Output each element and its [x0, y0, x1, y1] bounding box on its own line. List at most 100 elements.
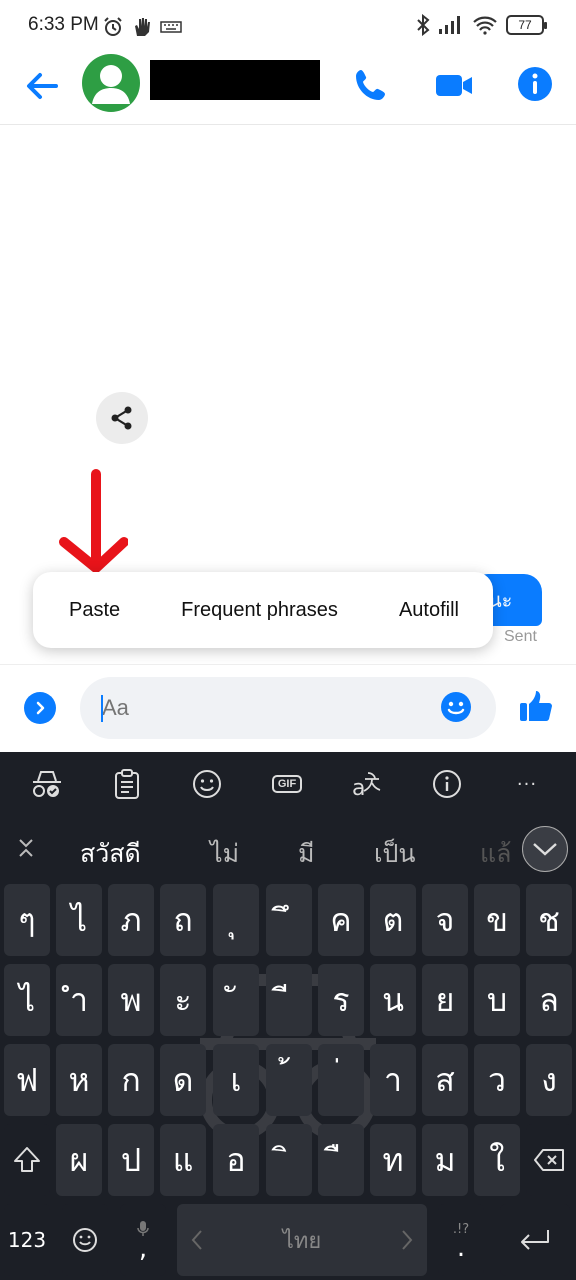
suggestion-5[interactable]: แล้ [480, 834, 511, 874]
phone-icon[interactable] [352, 66, 390, 104]
key[interactable]: เ [213, 1044, 259, 1116]
clipboard-tool-button[interactable] [87, 752, 167, 816]
autofill-menu-item[interactable]: Autofill [399, 599, 459, 622]
emoji-key[interactable] [62, 1204, 108, 1276]
key[interactable]: แ [160, 1124, 206, 1196]
back-arrow-icon[interactable] [22, 66, 62, 106]
thumbs-up-icon[interactable] [518, 688, 554, 724]
suggestion-1[interactable]: สวัสดี [80, 834, 141, 874]
key[interactable]: ไ [56, 884, 102, 956]
key[interactable]: ิ [266, 1124, 312, 1196]
context-menu: Paste Frequent phrases Autofill [33, 572, 493, 648]
key[interactable]: ก [108, 1044, 154, 1116]
incognito-tool-button[interactable] [7, 752, 87, 816]
spacebar[interactable]: ไทย [177, 1204, 427, 1276]
enter-icon [521, 1230, 549, 1250]
comma-key[interactable]: , [120, 1204, 166, 1276]
key[interactable]: ท [370, 1124, 416, 1196]
suggestion-2[interactable]: ไม่ [210, 834, 239, 874]
suggestion-4[interactable]: เป็น [374, 834, 416, 874]
alarm-icon [104, 17, 122, 36]
key[interactable]: ำ [56, 964, 102, 1036]
keyboard-icon [160, 21, 182, 33]
backspace-key[interactable] [526, 1124, 572, 1196]
key[interactable]: ุ [213, 884, 259, 956]
header-divider [0, 124, 576, 125]
key[interactable]: ม [422, 1124, 468, 1196]
svg-text:a: a [352, 776, 365, 799]
enter-key[interactable] [500, 1204, 570, 1276]
suggestion-strip: สวัสดี ไม่ มี เป็น แล้ [0, 816, 576, 882]
key[interactable]: ื [318, 1124, 364, 1196]
share-button[interactable] [96, 392, 148, 444]
gif-icon: GIF [271, 775, 303, 793]
key[interactable]: ใ [474, 1124, 520, 1196]
period-key[interactable]: .!? . [438, 1204, 484, 1276]
info-icon[interactable] [516, 65, 554, 103]
expand-actions-button[interactable] [24, 692, 56, 724]
key[interactable]: ภ [108, 884, 154, 956]
chevron-right-icon [402, 1230, 413, 1250]
contact-name[interactable] [150, 60, 320, 100]
key[interactable]: ผ [56, 1124, 102, 1196]
avatar[interactable] [82, 54, 140, 112]
message-input[interactable] [80, 677, 496, 739]
key[interactable]: ถ [160, 884, 206, 956]
key[interactable]: ่ [318, 1044, 364, 1116]
key[interactable]: ฟ [4, 1044, 50, 1116]
share-icon [111, 406, 132, 430]
key[interactable]: ห [56, 1044, 102, 1116]
key[interactable]: า [370, 1044, 416, 1116]
key[interactable]: ร [318, 964, 364, 1036]
backspace-icon [534, 1149, 564, 1171]
key[interactable]: ส [422, 1044, 468, 1116]
emoji-icon [73, 1228, 97, 1252]
chevron-left-icon [191, 1230, 202, 1250]
key[interactable]: จ [422, 884, 468, 956]
shift-icon [14, 1147, 40, 1172]
collapse-keyboard-button[interactable] [522, 826, 568, 872]
frequent-phrases-menu-item[interactable]: Frequent phrases [181, 599, 338, 622]
battery-icon: 77 [506, 15, 547, 35]
keyboard: GIF a ··· สวัสดี ไม่ มี เป็น แล้ ๆ ไ ภ ถ… [0, 752, 576, 1280]
key[interactable]: ึ [266, 884, 312, 956]
key[interactable]: พ [108, 964, 154, 1036]
key[interactable]: ช [526, 884, 572, 956]
gif-tool-button[interactable]: GIF [247, 752, 327, 816]
wifi-icon [473, 16, 497, 35]
key[interactable]: ป [108, 1124, 154, 1196]
key[interactable]: ไ [4, 964, 50, 1036]
suggestion-3[interactable]: มี [298, 834, 314, 874]
key[interactable]: ว [474, 1044, 520, 1116]
bluetooth-icon [417, 14, 430, 36]
emoji-tool-button[interactable] [167, 752, 247, 816]
key[interactable]: ั [213, 964, 259, 1036]
key[interactable]: ง [526, 1044, 572, 1116]
key[interactable]: ต [370, 884, 416, 956]
video-icon[interactable] [434, 66, 474, 104]
keyboard-toolbar: GIF a ··· [0, 752, 576, 816]
key[interactable]: ล [526, 964, 572, 1036]
key[interactable]: ด [160, 1044, 206, 1116]
key[interactable]: ะ [160, 964, 206, 1036]
key[interactable]: ข [474, 884, 520, 956]
info-icon [433, 770, 461, 798]
key[interactable]: อ [213, 1124, 259, 1196]
close-icon[interactable] [14, 836, 38, 860]
key[interactable]: ี [266, 964, 312, 1036]
key[interactable]: บ [474, 964, 520, 1036]
key[interactable]: น [370, 964, 416, 1036]
key[interactable]: ย [422, 964, 468, 1036]
key[interactable]: ค [318, 884, 364, 956]
emoji-icon[interactable] [440, 691, 472, 723]
key[interactable]: ๆ [4, 884, 50, 956]
translate-tool-button[interactable]: a [327, 752, 407, 816]
more-tool-button[interactable]: ··· [487, 752, 567, 816]
clipboard-icon [115, 769, 139, 799]
info-tool-button[interactable] [407, 752, 487, 816]
key[interactable]: ้ [266, 1044, 312, 1116]
spacebar-label: ไทย [282, 1228, 322, 1254]
shift-key[interactable] [4, 1124, 50, 1196]
numbers-key[interactable]: 123 [4, 1204, 50, 1276]
paste-menu-item[interactable]: Paste [69, 599, 120, 622]
